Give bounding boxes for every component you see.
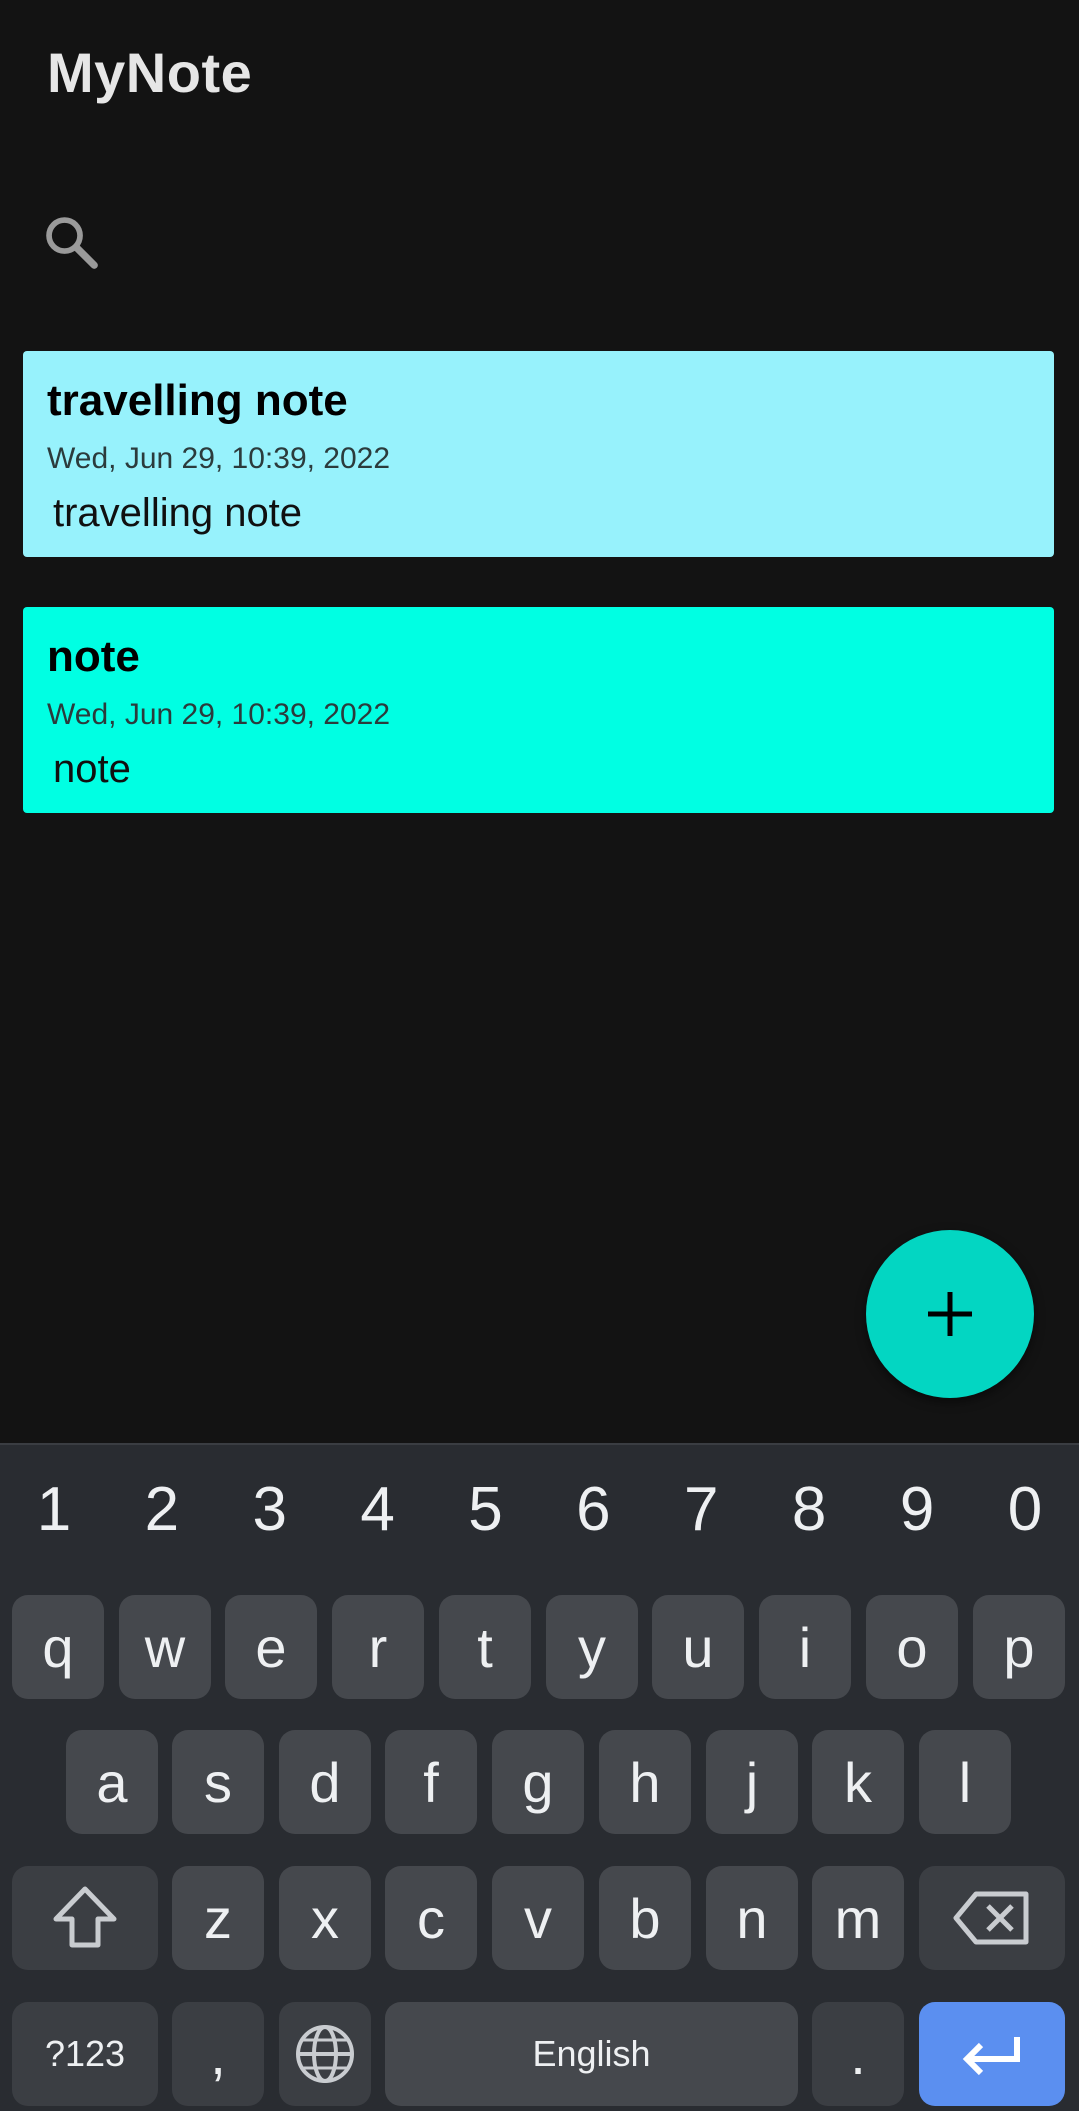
- key-g[interactable]: g: [492, 1730, 584, 1834]
- number-row: 1 2 3 4 5 6 7 8 9 0: [0, 1445, 1079, 1575]
- key-a[interactable]: a: [66, 1730, 158, 1834]
- comma-key[interactable]: ,: [172, 2002, 264, 2106]
- enter-icon: [962, 2037, 1020, 2076]
- add-note-button[interactable]: [866, 1230, 1034, 1398]
- key-n[interactable]: n: [706, 1866, 798, 1970]
- key-l[interactable]: l: [919, 1730, 1011, 1834]
- key-2[interactable]: 2: [122, 1445, 202, 1575]
- backspace-key[interactable]: [919, 1866, 1065, 1970]
- shift-key[interactable]: [12, 1866, 158, 1970]
- key-j[interactable]: j: [706, 1730, 798, 1834]
- note-body: travelling note: [53, 491, 303, 535]
- period-key[interactable]: .: [812, 2002, 904, 2106]
- app-title: MyNote: [47, 41, 253, 104]
- key-v[interactable]: v: [492, 1866, 584, 1970]
- note-body: note: [53, 747, 131, 791]
- key-r[interactable]: r: [332, 1595, 424, 1699]
- symbols-key[interactable]: ?123: [12, 2002, 158, 2106]
- note-card[interactable]: travelling note Wed, Jun 29, 10:39, 2022…: [23, 351, 1054, 557]
- key-f[interactable]: f: [385, 1730, 477, 1834]
- language-key[interactable]: [279, 2002, 371, 2106]
- key-o[interactable]: o: [866, 1595, 958, 1699]
- note-title: note: [47, 632, 140, 681]
- key-6[interactable]: 6: [553, 1445, 633, 1575]
- shift-icon: [53, 1886, 117, 1948]
- soft-keyboard: 1 2 3 4 5 6 7 8 9 0 q w e r t y u i o p …: [0, 1443, 1079, 2111]
- key-7[interactable]: 7: [661, 1445, 741, 1575]
- key-c[interactable]: c: [385, 1866, 477, 1970]
- key-0[interactable]: 0: [985, 1445, 1065, 1575]
- search-button[interactable]: [40, 210, 140, 274]
- key-8[interactable]: 8: [769, 1445, 849, 1575]
- key-9[interactable]: 9: [877, 1445, 957, 1575]
- key-d[interactable]: d: [279, 1730, 371, 1834]
- key-y[interactable]: y: [546, 1595, 638, 1699]
- note-card[interactable]: note Wed, Jun 29, 10:39, 2022 note: [23, 607, 1054, 813]
- key-p[interactable]: p: [973, 1595, 1065, 1699]
- note-date: Wed, Jun 29, 10:39, 2022: [47, 698, 391, 731]
- key-3[interactable]: 3: [230, 1445, 310, 1575]
- enter-key[interactable]: [919, 2002, 1065, 2106]
- plus-icon: [928, 1292, 972, 1336]
- globe-icon: [296, 2025, 354, 2083]
- key-k[interactable]: k: [812, 1730, 904, 1834]
- key-b[interactable]: b: [599, 1866, 691, 1970]
- note-date: Wed, Jun 29, 10:39, 2022: [47, 442, 391, 475]
- key-t[interactable]: t: [439, 1595, 531, 1699]
- backspace-icon: [953, 1891, 1029, 1945]
- key-e[interactable]: e: [225, 1595, 317, 1699]
- key-w[interactable]: w: [119, 1595, 211, 1699]
- key-m[interactable]: m: [812, 1866, 904, 1970]
- key-x[interactable]: x: [279, 1866, 371, 1970]
- key-4[interactable]: 4: [338, 1445, 418, 1575]
- key-u[interactable]: u: [652, 1595, 744, 1699]
- key-h[interactable]: h: [599, 1730, 691, 1834]
- key-1[interactable]: 1: [14, 1445, 94, 1575]
- key-i[interactable]: i: [759, 1595, 851, 1699]
- note-title: travelling note: [47, 376, 348, 425]
- key-q[interactable]: q: [12, 1595, 104, 1699]
- search-icon: [46, 217, 98, 269]
- key-z[interactable]: z: [172, 1866, 264, 1970]
- space-key[interactable]: English: [385, 2002, 798, 2106]
- key-s[interactable]: s: [172, 1730, 264, 1834]
- key-5[interactable]: 5: [446, 1445, 526, 1575]
